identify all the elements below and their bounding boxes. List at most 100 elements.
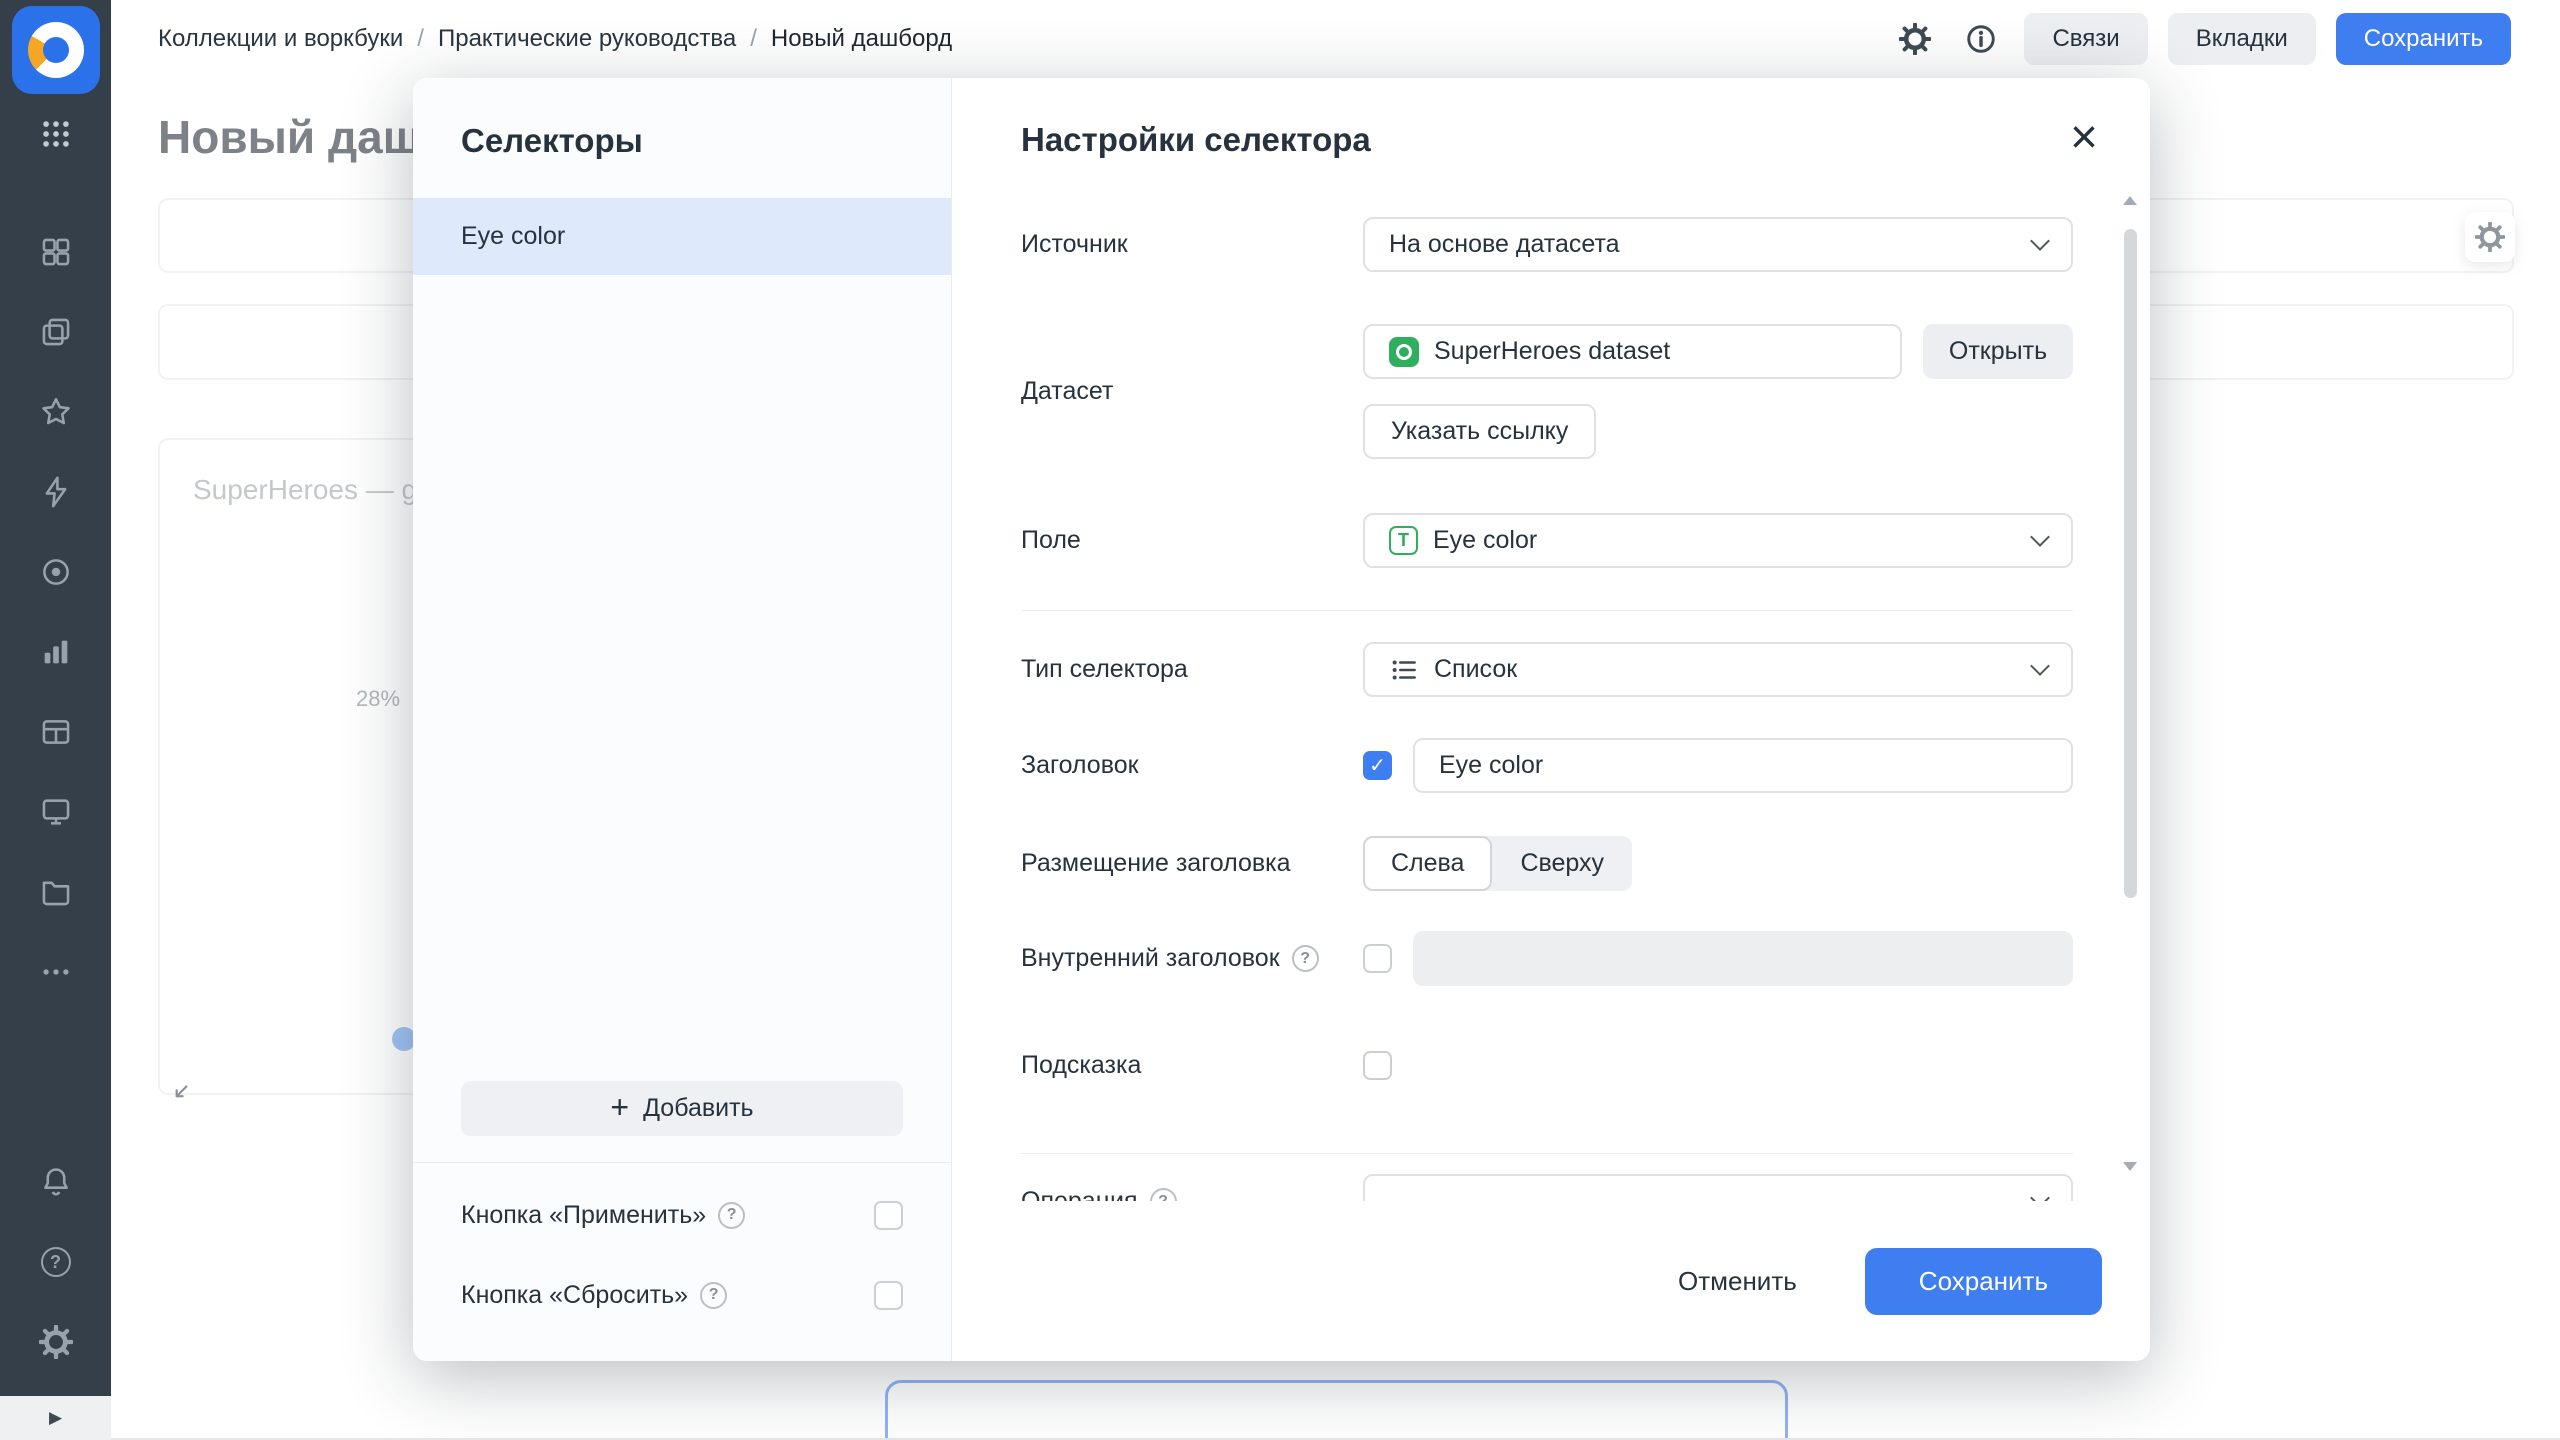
title-row: Заголовок	[1021, 738, 2073, 793]
chevron-down-icon	[2030, 527, 2050, 547]
dataset-icon	[1389, 336, 1419, 367]
hint-row: Подсказка	[1021, 1038, 2073, 1093]
reset-option-checkbox[interactable]	[874, 1280, 903, 1310]
sidebar-item-dashboards[interactable]	[0, 212, 111, 292]
breadcrumb-separator: /	[750, 25, 757, 52]
header-save-button[interactable]: Сохранить	[2335, 13, 2511, 65]
settings-header: Настройки селектора	[952, 78, 2150, 160]
selector-settings-panel: Настройки селектора Источник На основе д…	[952, 78, 2150, 1361]
add-button-label: Добавить	[643, 1094, 754, 1122]
source-row: Источник На основе датасета	[1021, 217, 2073, 272]
help-button[interactable]	[0, 1222, 111, 1302]
title-checkbox[interactable]	[1363, 751, 1392, 780]
gear-icon	[1899, 23, 1932, 55]
chart-icon	[39, 635, 73, 669]
source-value: На основе датасета	[1389, 230, 1620, 258]
ellipsis-icon	[39, 955, 73, 989]
selectors-list-panel: Селекторы Eye color Добавить Кнопка «При…	[413, 78, 952, 1361]
sidebar-item-storage[interactable]	[0, 852, 111, 932]
field-row: Поле Eye color	[1021, 513, 2073, 568]
operation-label: Операция	[1021, 1174, 1363, 1201]
info-button[interactable]	[1958, 16, 2004, 62]
breadcrumb-collections[interactable]: Коллекции и воркбуки	[158, 25, 403, 53]
close-button[interactable]	[2070, 120, 2098, 156]
selector-type-label: Тип селектора	[1021, 655, 1188, 683]
apps-grid-icon	[39, 117, 73, 151]
sidebar-item-tables[interactable]	[0, 692, 111, 772]
scroll-up-icon[interactable]	[2123, 196, 2137, 205]
scrollbar-thumb[interactable]	[2123, 229, 2137, 898]
placement-label: Размещение заголовка	[1021, 849, 1291, 877]
sidebar-item-charts[interactable]	[0, 612, 111, 692]
notifications-button[interactable]	[0, 1142, 111, 1222]
field-value: Eye color	[1433, 526, 1538, 554]
selector-item-label: Eye color	[461, 222, 566, 250]
dataset-value: SuperHeroes dataset	[1434, 337, 1671, 365]
sidebar-item-workbooks[interactable]	[0, 292, 111, 372]
apply-button-option: Кнопка «Применить»	[461, 1175, 903, 1255]
inner-title-row: Внутренний заголовок	[1021, 931, 2073, 986]
inner-title-label-text: Внутренний заголовок	[1021, 944, 1280, 972]
source-select[interactable]: На основе датасета	[1363, 217, 2073, 272]
dialog-scrollbar	[2123, 196, 2137, 1171]
dashboards-icon	[39, 235, 73, 269]
field-type-string-icon	[1389, 526, 1418, 555]
question-icon[interactable]	[700, 1281, 728, 1309]
sidebar-item-quick-actions[interactable]	[0, 452, 111, 532]
sidebar-bottom	[0, 1142, 111, 1440]
sidebar	[0, 0, 111, 1440]
chevron-down-icon	[2030, 656, 2050, 676]
help-icon	[40, 1247, 71, 1277]
selectors-dialog: Селекторы Eye color Добавить Кнопка «При…	[413, 78, 2150, 1361]
list-icon	[1389, 655, 1419, 685]
breadcrumb-current: Новый дашборд	[770, 25, 953, 52]
question-icon[interactable]	[1291, 945, 1319, 972]
reset-option-label: Кнопка «Сбросить»	[461, 1280, 689, 1309]
open-dataset-button[interactable]: Открыть	[1923, 324, 2073, 379]
dataset-label: Датасет	[1021, 377, 1114, 405]
expand-panel-button[interactable]	[0, 1396, 111, 1440]
sidebar-item-favorites[interactable]	[0, 372, 111, 452]
gear-icon	[38, 1325, 73, 1359]
selector-list-item[interactable]: Eye color	[413, 198, 951, 275]
placement-option-top[interactable]: Сверху	[1492, 836, 1632, 891]
dataset-row: Датасет SuperHeroes dataset Открыть Указ…	[1021, 324, 2073, 459]
reset-button-option: Кнопка «Сбросить»	[461, 1255, 903, 1335]
sidebar-nav	[0, 212, 111, 1012]
layers-icon	[39, 315, 73, 349]
hint-checkbox[interactable]	[1363, 1051, 1392, 1080]
placement-segmented-control: Слева Сверху	[1363, 836, 1633, 891]
field-select[interactable]: Eye color	[1363, 513, 2073, 568]
apps-grid-button[interactable]	[0, 102, 111, 166]
inner-title-input	[1413, 931, 2073, 986]
add-selector-button[interactable]: Добавить	[461, 1081, 903, 1136]
breadcrumb-separator: /	[417, 25, 424, 52]
hint-label: Подсказка	[1021, 1051, 1142, 1079]
specify-link-button[interactable]: Указать ссылку	[1363, 404, 1597, 459]
selector-type-select[interactable]: Список	[1363, 642, 2073, 697]
relations-button[interactable]: Связи	[2024, 13, 2148, 65]
dialog-footer: Отменить Сохранить	[952, 1201, 2150, 1361]
scroll-down-icon[interactable]	[2123, 1162, 2137, 1171]
apply-option-checkbox[interactable]	[874, 1200, 903, 1230]
inner-title-checkbox[interactable]	[1363, 944, 1392, 973]
question-icon[interactable]	[718, 1201, 746, 1229]
chevron-down-icon	[2030, 1188, 2050, 1201]
sidebar-item-presentations[interactable]	[0, 772, 111, 852]
operation-select[interactable]	[1363, 1174, 2073, 1201]
title-input[interactable]	[1413, 738, 2073, 793]
target-icon	[39, 555, 73, 589]
settings-button[interactable]	[0, 1302, 111, 1382]
cancel-button[interactable]: Отменить	[1666, 1248, 1809, 1315]
tabs-button[interactable]: Вкладки	[2167, 13, 2316, 65]
dashboard-settings-button[interactable]	[1892, 16, 1938, 62]
dataset-select[interactable]: SuperHeroes dataset	[1363, 324, 1902, 379]
breadcrumb-guides[interactable]: Практические руководства	[438, 25, 736, 53]
placement-option-left[interactable]: Слева	[1363, 836, 1493, 891]
datalens-logo-icon	[27, 22, 84, 78]
dialog-save-button[interactable]: Сохранить	[1864, 1247, 2102, 1315]
datalens-logo[interactable]	[11, 6, 100, 94]
sidebar-item-monitoring[interactable]	[0, 532, 111, 612]
question-icon[interactable]	[1149, 1188, 1177, 1201]
sidebar-item-more[interactable]	[0, 932, 111, 1012]
